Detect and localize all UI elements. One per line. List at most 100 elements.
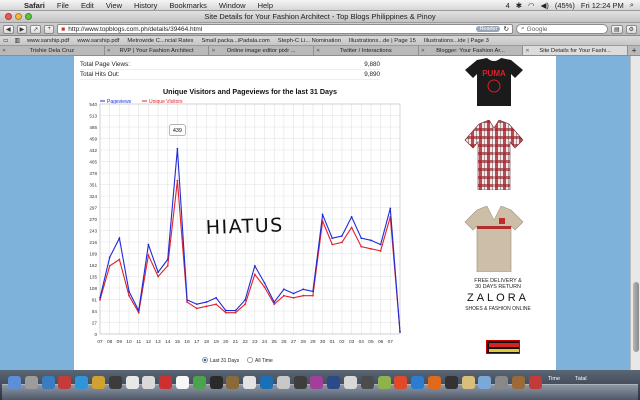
battery-text[interactable]: (45%) (555, 1, 575, 10)
tab-blogger[interactable]: ✕ Blogger: Your Fashion Ar... (419, 46, 524, 55)
reading-list-icon[interactable]: ▭ (0, 38, 11, 44)
dock-app-icon[interactable] (159, 376, 173, 389)
new-tab-button[interactable]: + (628, 46, 640, 55)
menu-file[interactable]: File (51, 1, 75, 10)
dock-app-icon[interactable] (512, 376, 525, 389)
dock-app-icon[interactable] (108, 376, 122, 389)
data-point (389, 207, 392, 210)
dock-app-icon[interactable] (377, 376, 391, 389)
minimize-window-icon[interactable] (15, 13, 22, 20)
zoom-window-icon[interactable] (25, 13, 32, 20)
address-bar[interactable]: ■ http://www.topblogs.com.ph/details/394… (57, 24, 513, 34)
dock-app-icon[interactable] (125, 376, 139, 389)
bookmark-item[interactable]: Metrowide C...ncial Rates (123, 38, 197, 44)
dock-app-icon[interactable] (411, 376, 425, 389)
small-ad-banner[interactable] (486, 340, 520, 354)
dock-app-icon[interactable] (92, 376, 105, 389)
settings-button[interactable]: ⚙ (625, 24, 637, 34)
bookmark-item[interactable]: Small packa...iPadala.com (197, 38, 273, 44)
plaid-shirt-image[interactable] (463, 120, 525, 190)
bluetooth-icon[interactable]: ✱ (516, 1, 522, 10)
back-button[interactable]: ◀ (3, 24, 14, 34)
menu-bookmarks[interactable]: Bookmarks (163, 1, 213, 10)
dock-app-icon[interactable] (310, 376, 324, 389)
close-tab-icon[interactable]: ✕ (316, 48, 320, 54)
dock-app-icon[interactable] (41, 376, 55, 389)
scrollbar-thumb[interactable] (633, 282, 639, 352)
x-tick-label: 02 (339, 339, 345, 345)
page-menu-button[interactable]: ▤ (610, 24, 623, 34)
tab-twitter[interactable]: ✕ Twitter / Interactions (314, 46, 419, 55)
free-delivery-text[interactable]: FREE DELIVERY & 30 DAYS RETURN (448, 278, 548, 290)
share-button[interactable]: ↗ (30, 24, 42, 34)
close-tab-icon[interactable]: ✕ (2, 48, 6, 54)
dock-app-icon[interactable] (394, 376, 408, 389)
forward-button[interactable]: ▶ (16, 24, 28, 34)
khaki-polo-image[interactable] (463, 206, 525, 272)
bookmark-item[interactable]: Steph-C Li... Nomination (274, 38, 345, 44)
clock[interactable]: Fri 12:24 PM (581, 1, 624, 10)
close-tab-icon[interactable]: ✕ (421, 48, 425, 54)
dock-app-icon[interactable] (209, 376, 223, 389)
dock-app-icon[interactable] (478, 376, 492, 389)
dock-app-icon[interactable] (344, 376, 357, 389)
dock-app-icon[interactable] (461, 376, 475, 389)
wifi-count[interactable]: 4 (506, 1, 510, 10)
puma-shirt-image[interactable]: PUMA (463, 58, 525, 106)
menu-history[interactable]: History (128, 1, 163, 10)
dock-app-icon[interactable] (243, 376, 257, 389)
show-all-bookmarks-icon[interactable]: ▥ (11, 38, 22, 44)
reload-icon[interactable]: ↻ (503, 25, 508, 33)
dock-app-icon[interactable] (327, 376, 341, 389)
dock-app-icon[interactable] (293, 376, 307, 389)
close-tab-icon[interactable]: ✕ (211, 48, 215, 54)
dock-app-icon[interactable] (8, 376, 21, 389)
close-tab-icon[interactable]: ✕ (107, 48, 111, 54)
dock-app-icon[interactable] (444, 376, 458, 389)
tab-site-details[interactable]: ✕ Site Details for Your Fashi... (523, 46, 629, 55)
tab-rvp[interactable]: ✕ RVP | Your Fashion Architect (105, 46, 210, 55)
data-point (253, 264, 256, 267)
menu-help[interactable]: Help (252, 1, 279, 10)
x-tick-label: 15 (175, 339, 181, 345)
tab-trishie[interactable]: ✕ Trishie Dela Cruz (0, 46, 105, 55)
spotlight-icon[interactable]: ⌕ (630, 0, 634, 10)
bookmark-item[interactable]: Illustrations...ide | Page 3 (420, 38, 493, 44)
menu-app-safari[interactable]: Safari (18, 1, 51, 10)
wifi-icon[interactable]: ◠ (528, 1, 535, 10)
close-window-icon[interactable] (5, 13, 12, 20)
volume-icon[interactable]: ◀) (541, 1, 549, 10)
menu-edit[interactable]: Edit (75, 1, 100, 10)
dock-app-icon[interactable] (276, 376, 290, 389)
data-point (108, 264, 111, 267)
tab-pixlr[interactable]: ✕ Online image editor pixlr ... (209, 46, 315, 55)
zalora-logo[interactable]: ZALORA (448, 292, 548, 304)
data-point (128, 294, 130, 297)
reader-button[interactable]: Reader (476, 26, 501, 32)
bookmark-item[interactable]: www.sarship.pdf (73, 38, 123, 44)
dock-app-icon[interactable] (226, 376, 240, 389)
stat-row-page-views: Total Page Views: 9,880 (80, 60, 380, 70)
add-bookmark-button[interactable]: + (44, 24, 55, 34)
dock-app-icon[interactable] (24, 376, 38, 389)
menu-view[interactable]: View (100, 1, 128, 10)
dock-app-icon[interactable] (528, 376, 542, 389)
radio-all-time[interactable] (247, 357, 253, 363)
close-tab-icon[interactable]: ✕ (525, 48, 529, 54)
dock-app-icon[interactable] (495, 376, 509, 389)
page-viewport: Total Page Views: 9,880 Total Hits Out: … (0, 56, 630, 370)
dock-app-icon[interactable] (142, 376, 156, 389)
bookmark-item[interactable]: www.sarship.pdf (23, 38, 73, 44)
dock-app-icon[interactable] (75, 376, 89, 389)
menu-window[interactable]: Window (213, 1, 252, 10)
dock-app-icon[interactable] (360, 376, 374, 389)
search-input[interactable]: ⌕ Google (515, 24, 608, 34)
dock-app-icon[interactable] (192, 376, 206, 389)
dock-app-icon[interactable] (176, 376, 189, 389)
vertical-scrollbar[interactable] (630, 56, 640, 370)
url-text: http://www.topblogs.com.ph/details/39464… (68, 25, 203, 33)
bookmark-item[interactable]: Illustrations...de | Page 15 (345, 38, 420, 44)
dock-app-icon[interactable] (58, 376, 72, 389)
dock-app-icon[interactable] (260, 376, 273, 389)
dock-app-icon[interactable] (428, 376, 441, 389)
